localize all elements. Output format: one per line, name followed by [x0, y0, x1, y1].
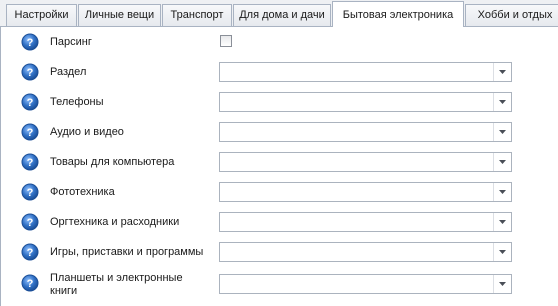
- tablets-combobox[interactable]: [219, 274, 512, 294]
- dropdown-button[interactable]: [493, 183, 511, 201]
- chevron-down-icon: [499, 190, 506, 194]
- phones-label: Телефоны: [50, 95, 104, 108]
- computer-goods-combobox[interactable]: [219, 152, 512, 172]
- svg-text:?: ?: [27, 67, 34, 79]
- help-icon[interactable]: ?: [21, 153, 39, 171]
- row-games: ? Игры, приставки и программы: [1, 241, 558, 263]
- tablets-value: [224, 275, 489, 293]
- tab-content-panel: ? Парсинг ? Раздел ? Телефоны ? Аудио и …: [0, 27, 558, 306]
- chevron-down-icon: [499, 130, 506, 134]
- help-icon[interactable]: ?: [21, 33, 39, 51]
- row-section: ? Раздел: [1, 61, 558, 83]
- row-computer-goods: ? Товары для компьютера: [1, 151, 558, 173]
- chevron-down-icon: [499, 220, 506, 224]
- games-combobox[interactable]: [219, 242, 512, 262]
- svg-text:?: ?: [27, 157, 34, 169]
- computer-goods-value: [224, 153, 489, 171]
- tab-lichnye-veschi[interactable]: Личные вещи: [78, 4, 161, 26]
- section-label: Раздел: [50, 65, 87, 78]
- dropdown-button[interactable]: [493, 93, 511, 111]
- help-icon[interactable]: ?: [21, 213, 39, 231]
- dropdown-button[interactable]: [493, 63, 511, 81]
- tablets-label: Планшеты и электронные книги: [50, 272, 183, 297]
- svg-text:?: ?: [27, 187, 34, 199]
- chevron-down-icon: [499, 70, 506, 74]
- dropdown-button[interactable]: [493, 213, 511, 231]
- help-icon[interactable]: ?: [21, 123, 39, 141]
- help-icon[interactable]: ?: [21, 63, 39, 81]
- computer-goods-label: Товары для компьютера: [50, 155, 175, 168]
- dropdown-button[interactable]: [493, 123, 511, 141]
- svg-text:?: ?: [27, 247, 34, 259]
- chevron-down-icon: [499, 250, 506, 254]
- row-tablets: ? Планшеты и электронные книги: [1, 271, 558, 299]
- svg-text:?: ?: [27, 127, 34, 139]
- svg-text:?: ?: [27, 278, 34, 290]
- dropdown-button[interactable]: [493, 153, 511, 171]
- row-audio-video: ? Аудио и видео: [1, 121, 558, 143]
- photo-value: [224, 183, 489, 201]
- dropdown-button[interactable]: [493, 275, 511, 293]
- parsing-label: Парсинг: [50, 35, 92, 48]
- office-combobox[interactable]: [219, 212, 512, 232]
- tab-nastroyki[interactable]: Настройки: [6, 4, 77, 26]
- office-label: Оргтехника и расходники: [50, 215, 180, 228]
- tab-hobbi[interactable]: Хобби и отдых: [465, 4, 558, 26]
- chevron-down-icon: [499, 282, 506, 286]
- section-combobox[interactable]: [219, 62, 512, 82]
- audio-video-label: Аудио и видео: [50, 125, 124, 138]
- photo-label: Фототехника: [50, 185, 115, 198]
- tab-transport[interactable]: Транспорт: [162, 4, 232, 26]
- chevron-down-icon: [499, 100, 506, 104]
- row-parsing: ? Парсинг: [1, 31, 558, 53]
- games-value: [224, 243, 489, 261]
- section-value: [224, 63, 489, 81]
- chevron-down-icon: [499, 160, 506, 164]
- row-office: ? Оргтехника и расходники: [1, 211, 558, 233]
- games-label: Игры, приставки и программы: [50, 245, 204, 258]
- parsing-checkbox[interactable]: [220, 35, 232, 47]
- svg-text:?: ?: [27, 217, 34, 229]
- help-icon[interactable]: ?: [21, 183, 39, 201]
- photo-combobox[interactable]: [219, 182, 512, 202]
- audio-video-combobox[interactable]: [219, 122, 512, 142]
- phones-combobox[interactable]: [219, 92, 512, 112]
- svg-text:?: ?: [27, 37, 34, 49]
- tab-bytovaya-elektronika[interactable]: Бытовая электроника: [332, 1, 464, 27]
- row-photo: ? Фототехника: [1, 181, 558, 203]
- dropdown-button[interactable]: [493, 243, 511, 261]
- svg-text:?: ?: [27, 97, 34, 109]
- audio-video-value: [224, 123, 489, 141]
- help-icon[interactable]: ?: [21, 243, 39, 261]
- help-icon[interactable]: ?: [21, 274, 39, 292]
- tab-dlya-doma[interactable]: Для дома и дачи: [233, 4, 331, 26]
- help-icon[interactable]: ?: [21, 93, 39, 111]
- office-value: [224, 213, 489, 231]
- phones-value: [224, 93, 489, 111]
- settings-window: Настройки Личные вещи Транспорт Для дома…: [0, 0, 558, 306]
- row-phones: ? Телефоны: [1, 91, 558, 113]
- tab-strip: Настройки Личные вещи Транспорт Для дома…: [0, 0, 558, 27]
